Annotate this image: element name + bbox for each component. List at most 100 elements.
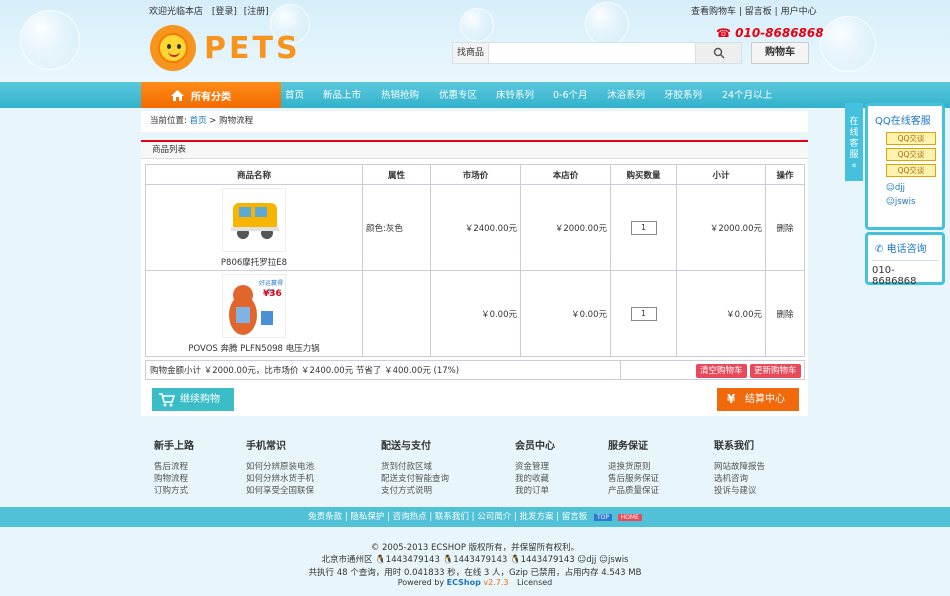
col-qty: 购买数量 [610, 164, 677, 185]
help-link[interactable]: 退换货原则 [608, 462, 651, 472]
top-links: 查看购物车 | 留言板 | 用户中心 [691, 7, 817, 17]
update-cart-button[interactable]: 更新购物车 [750, 364, 801, 378]
continue-shopping-button[interactable]: 继续购物 [152, 388, 234, 411]
product-name-link[interactable]: POVOS 奔腾 PLFN5098 电压力锅 [188, 344, 319, 354]
quantity-input[interactable]: 1 [630, 220, 657, 235]
product-cell: P806摩托罗拉E8 [145, 184, 363, 271]
delete-link[interactable]: 删除 [776, 224, 793, 234]
help-link[interactable]: 订购方式 [154, 486, 188, 496]
nav-item-sale[interactable]: 优惠专区 [439, 82, 477, 108]
view-cart-link[interactable]: 查看购物车 [691, 7, 736, 17]
help-link[interactable]: 我的收藏 [515, 474, 549, 484]
search-button[interactable] [695, 43, 741, 63]
ecshop-link[interactable]: ECShop [447, 578, 481, 587]
help-col-contact: 联系我们 网站故障报告 选机咨询 投诉与建议 [714, 437, 765, 497]
nav-item-home[interactable]: 首页 [285, 82, 304, 108]
qq-chat-button[interactable]: QQ交谈 [886, 132, 936, 145]
welcome-text: 欢迎光临本店 [149, 7, 204, 17]
powered-prefix: Powered by [397, 578, 445, 587]
cart-button[interactable]: 购物车 [751, 42, 809, 64]
help-link[interactable]: 产品质量保证 [608, 486, 659, 496]
quantity-input[interactable]: 1 [630, 306, 657, 321]
qq-chat-button[interactable]: QQ交谈 [886, 148, 936, 161]
ww-contact[interactable]: ☺djj [886, 183, 942, 193]
qq-number[interactable]: 1443479143 [453, 555, 507, 565]
nav-item-bath[interactable]: 沐浴系列 [607, 82, 645, 108]
cart-table: 商品名称 属性 市场价 本店价 购买数量 小计 操作 P806摩托罗拉E8 颜色… [145, 164, 805, 357]
help-title: 配送与支付 [381, 441, 431, 452]
service-tab-label: 在线客服 [849, 117, 859, 160]
help-link[interactable]: 选机咨询 [714, 474, 748, 484]
help-col-member: 会员中心 资金管理 我的收藏 我的订单 [515, 437, 555, 497]
ww-contact[interactable]: ☺jswis [886, 197, 942, 207]
ww-name[interactable]: jswis [608, 555, 629, 565]
breadcrumb-home-link[interactable]: 首页 [190, 116, 207, 126]
help-link[interactable]: 我的订单 [515, 486, 549, 496]
help-link[interactable]: 货到付款区域 [381, 462, 432, 472]
nav-item-0-6[interactable]: 0-6个月 [553, 82, 588, 108]
site-logo[interactable]: PETS [150, 25, 301, 71]
all-categories-button[interactable]: 所有分类 [141, 82, 281, 108]
col-action: 操作 [765, 164, 805, 185]
subtotal-cell: ￥0.00元 [676, 270, 766, 357]
market-price-cell: ￥2400.00元 [430, 184, 521, 271]
collapse-icon: « [851, 161, 857, 171]
market-price-cell: ￥0.00元 [430, 270, 521, 357]
footer-links[interactable]: 免责条款 | 隐私保护 | 咨询热点 | 联系我们 | 公司简介 | 批发方案 … [308, 512, 587, 522]
sun-logo-icon [150, 25, 196, 71]
qq-icon: 🐧 [442, 555, 454, 565]
product-image[interactable] [222, 187, 286, 252]
col-market: 市场价 [430, 164, 521, 185]
home-badge[interactable]: HOME [617, 514, 642, 521]
ww-name[interactable]: djj [586, 555, 596, 565]
qq-number[interactable]: 1443479143 [521, 555, 575, 565]
qq-service-panel: QQ在线客服 QQ交谈 QQ交谈 QQ交谈 ☺djj ☺jswis [865, 103, 945, 230]
product-image[interactable]: 好运赢得制 ¥36 [222, 273, 286, 338]
continue-label: 继续购物 [180, 394, 220, 405]
help-link[interactable]: 如何分辨原装电池 [246, 462, 314, 472]
nav-item-teether[interactable]: 牙胶系列 [664, 82, 702, 108]
address-line: 北京市通州区 🐧1443479143 🐧1443479143 🐧14434791… [0, 553, 950, 565]
logo-text: PETS [204, 30, 301, 66]
bubble-decoration [460, 8, 494, 42]
summary-text: 购物金额小计 ￥2000.00元，比市场价 ￥2400.00元 节省了 ￥400… [150, 366, 460, 376]
col-attr: 属性 [362, 164, 431, 185]
help-col-newbie: 新手上路 售后流程 购物流程 订购方式 [154, 437, 194, 497]
help-link[interactable]: 配送支付智能查询 [381, 474, 449, 484]
help-link[interactable]: 支付方式说明 [381, 486, 432, 496]
help-link[interactable]: 如何享受全国联保 [246, 486, 314, 496]
delete-link[interactable]: 删除 [776, 310, 793, 320]
user-center-link[interactable]: 用户中心 [781, 7, 817, 17]
top-badge[interactable]: TOP [593, 514, 612, 521]
nav-item-bell[interactable]: 床铃系列 [496, 82, 534, 108]
tel-number: 010-8686868 [872, 260, 938, 287]
qq-service-title: QQ在线客服 [875, 116, 931, 127]
login-link[interactable]: [登录] [212, 7, 237, 17]
help-link[interactable]: 购物流程 [154, 474, 188, 484]
qq-number[interactable]: 1443479143 [386, 555, 440, 565]
register-link[interactable]: [注册] [244, 7, 269, 17]
promo-badge-price: ¥36 [263, 288, 282, 299]
clear-cart-button[interactable]: 清空购物车 [696, 364, 747, 378]
col-price: 本店价 [520, 164, 611, 185]
help-link[interactable]: 售后服务保证 [608, 474, 659, 484]
nav-item-24m[interactable]: 24个月以上 [722, 82, 772, 108]
service-tab[interactable]: 在线客服 « [845, 103, 863, 181]
help-link[interactable]: 投诉与建议 [714, 486, 757, 496]
footer-links-bar: 免责条款 | 隐私保护 | 咨询热点 | 联系我们 | 公司简介 | 批发方案 … [0, 507, 950, 527]
message-board-link[interactable]: 留言板 [745, 7, 772, 17]
tel-title: ✆ 电话咨询 [875, 244, 927, 255]
stats-line: 共执行 48 个查询，用时 0.041833 秒，在线 3 人，Gzip 已禁用… [308, 568, 642, 578]
qq-chat-button[interactable]: QQ交谈 [886, 164, 936, 177]
help-link[interactable]: 如何分辨水货手机 [246, 474, 314, 484]
copyright: © 2005-2013 ECSHOP 版权所有，并保留所有权利。 [370, 543, 580, 553]
help-link[interactable]: 资金管理 [515, 462, 549, 472]
product-name-link[interactable]: P806摩托罗拉E8 [221, 258, 287, 268]
help-link[interactable]: 售后流程 [154, 462, 188, 472]
nav-item-new[interactable]: 新品上市 [323, 82, 361, 108]
help-link[interactable]: 网站故障报告 [714, 462, 765, 472]
checkout-button[interactable]: ¥ 结算中心 [717, 388, 799, 411]
nav-item-hot[interactable]: 热销抢购 [381, 82, 419, 108]
ww-icon: ☺ [599, 555, 608, 565]
shop-price-cell: ￥2000.00元 [520, 184, 611, 271]
